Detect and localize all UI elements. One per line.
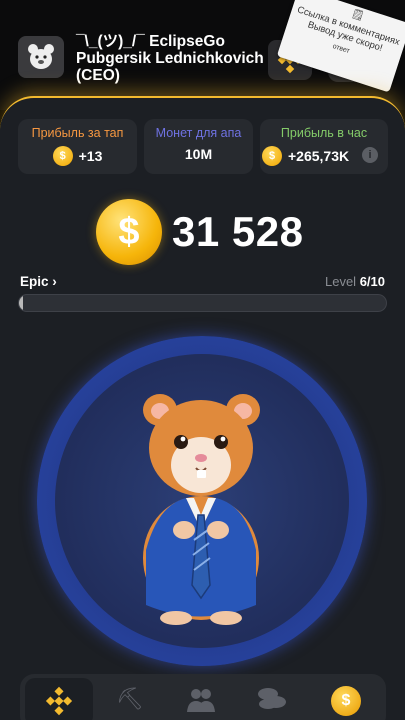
coin-icon: $ xyxy=(262,146,282,166)
stat-label: Прибыль в час xyxy=(280,126,368,140)
stat-value: +13 xyxy=(78,148,103,164)
stat-card-tap-profit: Прибыль за тап $ +13 xyxy=(18,119,137,174)
info-icon[interactable]: i xyxy=(362,147,378,163)
stat-card-hourly-profit: Прибыль в час $ +265,73K i xyxy=(260,119,388,174)
nav-exchange-icon[interactable] xyxy=(25,678,93,720)
league-link[interactable]: Epic › xyxy=(20,274,57,289)
hamster-avatar-icon[interactable] xyxy=(18,36,64,78)
chevron-right-icon: › xyxy=(52,274,57,289)
level-indicator: Level 6/10 xyxy=(325,274,385,289)
username: ¯\_(ツ)_/¯ EclipseGo Pubgersik Lednichkov… xyxy=(76,33,264,84)
nav-coins-icon[interactable] xyxy=(238,678,306,720)
nav-friends-icon[interactable] xyxy=(167,678,235,720)
bottom-nav: ⛏ $ xyxy=(20,674,386,720)
stat-label: Монет для апа xyxy=(155,126,242,140)
note-icon: 🗒 xyxy=(349,8,366,23)
stat-card-coins-to-level-up: Монет для апа 10M xyxy=(144,119,253,174)
level-progress-bar xyxy=(18,294,387,312)
balance-value: 31 528 xyxy=(172,208,304,255)
level-value: 6/10 xyxy=(359,274,385,289)
dollar-coin-icon: $ xyxy=(96,199,162,265)
hamster-ceo-icon xyxy=(143,394,260,625)
stat-label: Прибыль за тап xyxy=(31,126,124,140)
coin-icon: $ xyxy=(52,146,73,166)
balance: $ 31 528 xyxy=(96,199,303,265)
stat-value: +265,73K xyxy=(288,148,350,164)
level-progress-fill xyxy=(19,295,23,311)
stat-value: 10M xyxy=(184,146,213,162)
league-name: Epic xyxy=(20,274,49,289)
nav-airdrop-coin-icon[interactable]: $ xyxy=(312,678,380,720)
nav-pickaxe-icon[interactable]: ⛏ xyxy=(96,678,164,720)
level-label: Level xyxy=(324,274,357,289)
